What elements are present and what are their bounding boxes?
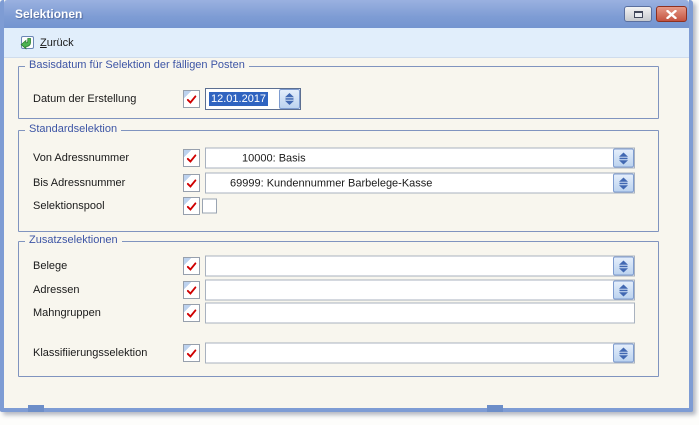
form-row-bis-adressnummer: Bis Adressnummer 69999: Kundennummer Bar…: [19, 172, 658, 194]
back-button[interactable]: Zurück: [15, 32, 81, 54]
minimize-icon: [634, 11, 643, 18]
bis-adressnummer-field[interactable]: 69999: Kundennummer Barbelege-Kasse: [205, 173, 635, 194]
klassifiierungsselektion-field[interactable]: [205, 343, 635, 364]
field-label: Belege: [33, 260, 67, 272]
spinner-button[interactable]: [613, 174, 634, 193]
selection-active-check-icon[interactable]: [183, 257, 200, 275]
field-value: 69999: Kundennummer Barbelege-Kasse: [206, 177, 613, 189]
selection-active-check-icon[interactable]: [183, 174, 200, 192]
form-row-datum: Datum der Erstellung 12.01.2017: [19, 88, 658, 110]
dialog-window: Selektionen Zurück Basisdatum für Selekt…: [0, 0, 693, 412]
von-adressnummer-field[interactable]: 10000: Basis: [205, 148, 635, 169]
selektionspool-checkbox[interactable]: [202, 199, 217, 214]
field-label: Selektionspool: [33, 200, 105, 212]
field-label: Klassifiierungsselektion: [33, 347, 147, 359]
spinner-icon: [285, 93, 294, 105]
group-standardselektion: Standardselektion Von Adressnummer 10000…: [18, 130, 659, 232]
titlebar[interactable]: Selektionen: [4, 0, 689, 28]
close-icon: [666, 10, 677, 19]
selection-active-check-icon[interactable]: [183, 344, 200, 362]
spinner-icon: [619, 284, 628, 296]
form-row-belege: Belege: [19, 255, 658, 277]
form-row-mahngruppen: Mahngruppen: [19, 302, 658, 324]
spinner-icon: [619, 177, 628, 189]
mahngruppen-field[interactable]: [205, 303, 635, 324]
close-button[interactable]: [656, 6, 687, 22]
background-window-fragment: [28, 405, 44, 412]
belege-field[interactable]: [205, 256, 635, 277]
back-button-label: Zurück: [40, 37, 74, 49]
form-row-von-adressnummer: Von Adressnummer 10000: Basis: [19, 147, 658, 169]
date-value: 12.01.2017: [206, 93, 279, 105]
form-row-adressen: Adressen: [19, 279, 658, 301]
minimize-button[interactable]: [624, 6, 652, 22]
field-label: Bis Adressnummer: [33, 177, 125, 189]
spinner-button[interactable]: [613, 149, 634, 168]
back-icon: [18, 35, 35, 51]
selection-active-check-icon[interactable]: [183, 304, 200, 322]
group-title: Zusatzselektionen: [25, 234, 122, 246]
field-value: 10000: Basis: [206, 152, 613, 164]
spinner-icon: [619, 152, 628, 164]
field-label: Adressen: [33, 284, 79, 296]
selection-active-check-icon[interactable]: [183, 197, 200, 215]
field-label: Von Adressnummer: [33, 152, 129, 164]
spinner-button[interactable]: [613, 281, 634, 300]
field-label: Datum der Erstellung: [33, 93, 136, 105]
selection-active-check-icon[interactable]: [183, 90, 200, 108]
field-label: Mahngruppen: [33, 307, 101, 319]
spinner-button[interactable]: [613, 257, 634, 276]
background-window-fragment: [487, 405, 503, 412]
group-zusatzselektionen: Zusatzselektionen Belege Adressen: [18, 241, 659, 377]
group-basisdatum: Basisdatum für Selektion der fälligen Po…: [18, 66, 659, 119]
spinner-icon: [619, 260, 628, 272]
toolbar: Zurück: [4, 28, 689, 58]
dialog-body: Basisdatum für Selektion der fälligen Po…: [4, 58, 689, 408]
group-title: Standardselektion: [25, 123, 121, 135]
date-input[interactable]: 12.01.2017: [205, 88, 301, 110]
selection-active-check-icon[interactable]: [183, 281, 200, 299]
form-row-klassifiierungsselektion: Klassifiierungsselektion: [19, 342, 658, 364]
date-spinner-button[interactable]: [279, 89, 300, 109]
spinner-button[interactable]: [613, 344, 634, 363]
window-title: Selektionen: [4, 7, 82, 21]
adressen-field[interactable]: [205, 280, 635, 301]
selection-active-check-icon[interactable]: [183, 149, 200, 167]
group-title: Basisdatum für Selektion der fälligen Po…: [25, 59, 249, 71]
spinner-icon: [619, 347, 628, 359]
form-row-selektionspool: Selektionspool: [19, 195, 658, 217]
